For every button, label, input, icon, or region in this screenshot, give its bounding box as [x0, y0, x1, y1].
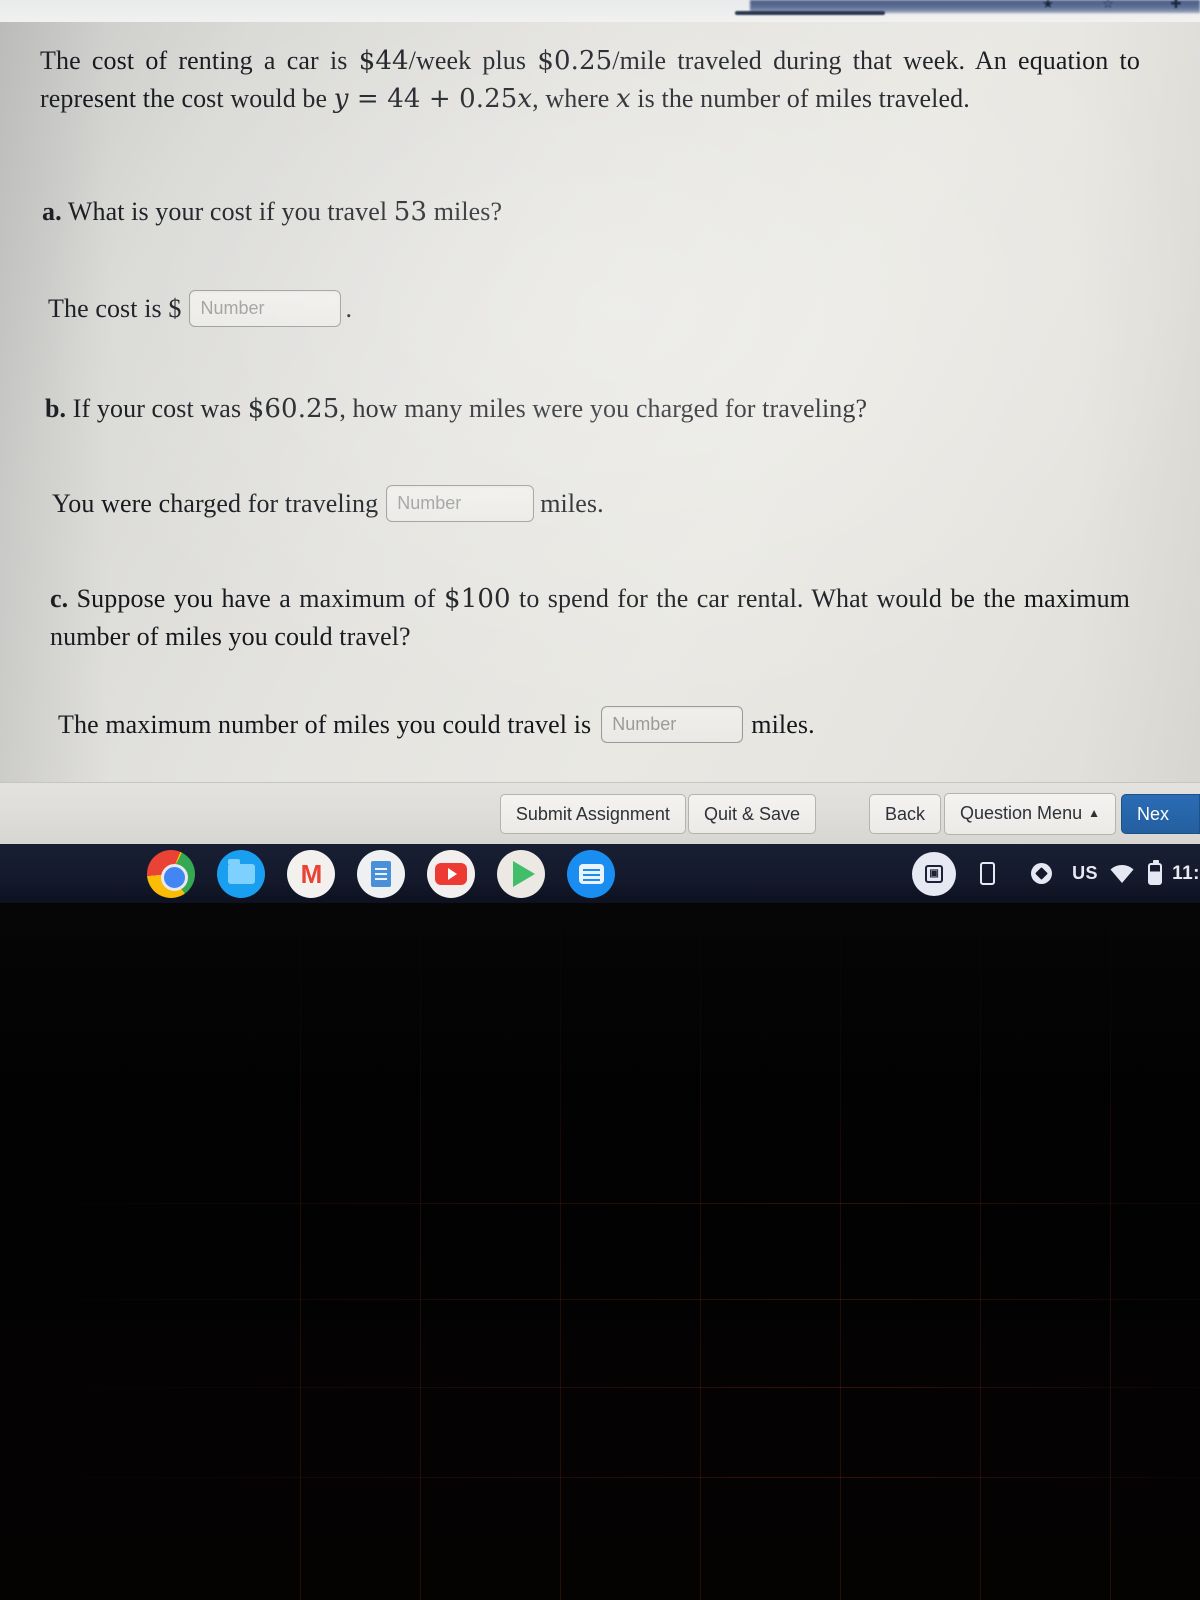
shelf-app-list: M: [147, 850, 615, 898]
part-b-label: b.: [45, 394, 67, 423]
chromebook-screen: ★ ☆ ✚ The cost of renting a car is $44/w…: [0, 0, 1200, 903]
gmail-m-glyph: M: [300, 858, 323, 889]
quit-and-save-button[interactable]: Quit & Save: [687, 794, 816, 834]
part-a-miles-value: 53: [393, 197, 428, 227]
question-part-a-prompt: a. What is your cost if you travel 53 mi…: [42, 197, 502, 227]
keyboard-layout-indicator[interactable]: US: [1072, 863, 1098, 884]
question-intro-text: The cost of renting a car is $44/week pl…: [40, 42, 1140, 118]
bookmark-icon[interactable]: ☆: [1100, 0, 1116, 11]
circle-glyph: [1030, 863, 1052, 884]
question-part-c-prompt: c. Suppose you have a maximum of $100 to…: [50, 580, 1130, 655]
play-store-app-icon[interactable]: [497, 850, 545, 898]
battery-glyph: [1148, 859, 1163, 885]
part-c-answer-units: miles.: [751, 709, 815, 739]
intro-x-var: x: [615, 84, 631, 114]
wifi-glyph: [1110, 864, 1134, 883]
intro-mile-rate: $0.25: [537, 46, 613, 76]
assignment-page: The cost of renting a car is $44/week pl…: [0, 22, 1200, 782]
question-part-b-answer-row: You were charged for traveling miles.: [52, 485, 604, 522]
part-c-answer-label: The maximum number of miles you could tr…: [58, 709, 592, 739]
part-a-text-1: What is your cost if you travel: [61, 197, 394, 226]
question-menu-label: Question Menu: [960, 803, 1083, 823]
part-c-label: c.: [50, 584, 69, 613]
play-triangle-icon: [435, 863, 467, 885]
chromeos-shelf: M ▣ US 11:: [0, 844, 1200, 903]
part-a-answer-input[interactable]: [189, 290, 342, 327]
puzzle-piece-icon[interactable]: ✚: [1168, 0, 1184, 11]
phone-glyph: [979, 862, 995, 885]
folder-icon: [227, 859, 255, 884]
wifi-icon[interactable]: [1109, 864, 1135, 884]
part-a-label: a.: [42, 197, 62, 226]
youtube-app-icon[interactable]: [427, 850, 475, 898]
equation-rhs: 44 + 0.25: [387, 84, 518, 114]
play-store-triangle-icon: [513, 861, 535, 887]
part-b-cost-value: $60.25: [247, 394, 340, 424]
back-button[interactable]: Back: [868, 794, 942, 834]
part-b-answer-label: You were charged for traveling: [52, 488, 379, 518]
intro-text-2: /week plus: [408, 46, 538, 75]
part-c-budget-value: $100: [444, 584, 511, 614]
part-a-text-2: miles?: [427, 197, 503, 226]
equation-x-var: x: [517, 84, 533, 114]
submit-assignment-button[interactable]: Submit Assignment: [499, 794, 686, 834]
next-button[interactable]: Nex: [1120, 794, 1200, 834]
question-part-a-answer-row: The cost is $ .: [48, 290, 352, 327]
question-part-b-prompt: b. If your cost was $60.25, how many mil…: [45, 394, 867, 424]
equation-y-var: y: [333, 84, 349, 114]
star-icon[interactable]: ★: [1040, 0, 1056, 11]
messages-app-icon[interactable]: [567, 850, 615, 898]
system-status-tray[interactable]: ▣ US 11:: [912, 844, 1200, 903]
caret-up-icon: ▲: [1088, 806, 1100, 820]
question-part-c-answer-row: The maximum number of miles you could tr…: [58, 706, 815, 743]
files-app-icon[interactable]: [217, 850, 265, 898]
battery-icon[interactable]: [1148, 859, 1163, 885]
photo-of-chromebook-screen: ★ ☆ ✚ The cost of renting a car is $44/w…: [0, 0, 1200, 1600]
document-icon: [371, 861, 391, 887]
part-b-answer-units: miles.: [540, 488, 604, 518]
browser-toolbar-sliver: ★ ☆ ✚: [0, 0, 1200, 22]
screen-capture-icon[interactable]: ▣: [912, 851, 957, 896]
chat-bubble-icon: [578, 864, 604, 884]
chrome-app-icon[interactable]: [147, 850, 195, 898]
gmail-app-icon[interactable]: M: [287, 850, 335, 898]
active-tab-edge: [735, 11, 885, 15]
part-b-text-1: If your cost was: [66, 394, 248, 423]
keyboard-area-below-screen: [0, 903, 1200, 1600]
capture-glyph: ▣: [925, 864, 944, 883]
part-c-text-1: Suppose you have a maximum of: [68, 584, 445, 613]
docs-app-icon[interactable]: [357, 850, 405, 898]
intro-text-5: is the number of miles traveled.: [630, 84, 970, 113]
intro-weekly-rate: $44: [358, 46, 409, 76]
equation-equals: =: [348, 84, 388, 114]
part-c-answer-input[interactable]: [601, 706, 744, 743]
part-a-answer-label: The cost is $: [48, 293, 182, 323]
assignment-button-bar: Submit Assignment Quit & Save Back Quest…: [0, 782, 1200, 844]
part-b-answer-input[interactable]: [386, 485, 535, 522]
clock-label[interactable]: 11:: [1172, 863, 1200, 885]
part-a-answer-period: .: [345, 293, 353, 323]
status-circle-icon[interactable]: [1024, 863, 1058, 884]
intro-text-4: , where: [532, 84, 616, 113]
intro-text-1: The cost of renting a car is: [40, 46, 359, 75]
phone-hub-icon[interactable]: [970, 862, 1004, 885]
part-b-text-2: , how many miles were you charged for tr…: [339, 394, 868, 423]
question-menu-button[interactable]: Question Menu ▲: [944, 793, 1116, 835]
